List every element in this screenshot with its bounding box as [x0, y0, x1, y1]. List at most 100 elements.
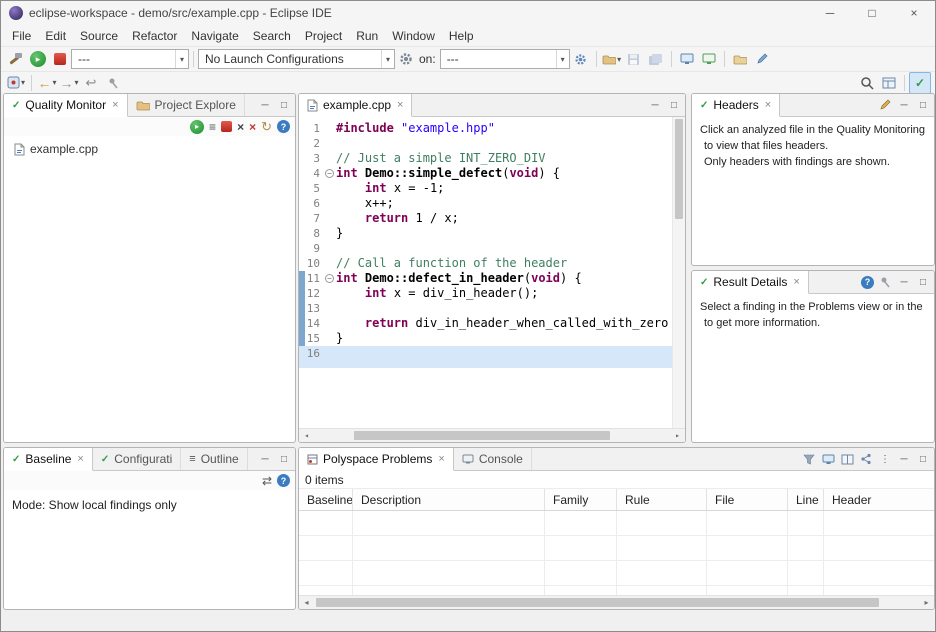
clear-button[interactable]: ×: [237, 120, 244, 134]
help-button[interactable]: ?: [861, 276, 874, 289]
chevron-down-icon[interactable]: ▾: [52, 78, 56, 87]
column-header-file[interactable]: File: [707, 489, 788, 510]
target-combo[interactable]: --- ▾: [440, 49, 570, 69]
code-line[interactable]: 2: [299, 136, 672, 151]
polyspace-perspective-button[interactable]: ✓: [909, 72, 931, 94]
annotate-button[interactable]: [751, 48, 773, 70]
menu-file[interactable]: File: [5, 27, 38, 45]
menu-help[interactable]: Help: [442, 27, 481, 45]
close-icon[interactable]: ×: [765, 99, 771, 111]
line-number[interactable]: 9: [299, 241, 325, 256]
tab-baseline[interactable]: ✓ Baseline ×: [4, 448, 93, 471]
chevron-down-icon[interactable]: ▾: [21, 78, 25, 87]
open-console-button[interactable]: [820, 451, 836, 467]
maximize-view-button[interactable]: □: [915, 451, 931, 467]
layout-button[interactable]: [839, 451, 855, 467]
file-tree-item[interactable]: example.cpp: [4, 136, 295, 156]
line-number[interactable]: 5: [299, 181, 325, 196]
code-line[interactable]: 3// Just a simple INT_ZERO_DIV: [299, 151, 672, 166]
filter-button[interactable]: [801, 451, 817, 467]
close-icon[interactable]: ×: [397, 99, 403, 111]
maximize-view-button[interactable]: □: [276, 451, 292, 467]
remove-all-button[interactable]: ×: [249, 120, 256, 134]
search-button[interactable]: [856, 72, 878, 94]
close-icon[interactable]: ×: [438, 453, 444, 465]
minimize-view-button[interactable]: ─: [896, 451, 912, 467]
tab-headers[interactable]: ✓ Headers ×: [692, 94, 780, 117]
column-header-description[interactable]: Description: [353, 489, 545, 510]
code-line[interactable]: 9: [299, 241, 672, 256]
chevron-down-icon[interactable]: ▾: [175, 50, 188, 68]
close-icon[interactable]: ×: [112, 99, 118, 111]
editor-vertical-scrollbar[interactable]: [672, 117, 685, 428]
problems-horizontal-scrollbar[interactable]: ◂ ▸: [299, 595, 934, 609]
close-icon[interactable]: ×: [793, 276, 799, 288]
forward-button[interactable]: → ▾: [58, 72, 80, 94]
launch-settings-button[interactable]: [395, 48, 417, 70]
pin-view-button[interactable]: [877, 274, 893, 290]
scroll-left-icon[interactable]: ◂: [299, 596, 314, 609]
minimize-view-button[interactable]: ─: [896, 97, 912, 113]
console-launch-button[interactable]: [676, 48, 698, 70]
scrollbar-thumb[interactable]: [316, 598, 879, 607]
last-edit-button[interactable]: ↩: [80, 72, 102, 94]
scroll-left-icon[interactable]: ◂: [299, 429, 314, 442]
code-line[interactable]: 10// Call a function of the header: [299, 256, 672, 271]
pin-editor-button[interactable]: [102, 72, 124, 94]
save-button[interactable]: [623, 48, 645, 70]
menu-edit[interactable]: Edit: [38, 27, 73, 45]
editor-horizontal-scrollbar[interactable]: ◂ ▸: [299, 428, 685, 442]
tab-example-cpp[interactable]: example.cpp ×: [299, 94, 412, 117]
maximize-view-button[interactable]: □: [666, 97, 682, 113]
quality-annotation-button[interactable]: ▾: [5, 72, 27, 94]
code-line[interactable]: 8}: [299, 226, 672, 241]
fold-collapse-icon[interactable]: −: [325, 274, 334, 283]
close-icon[interactable]: ×: [77, 453, 83, 465]
column-header-rule[interactable]: Rule: [617, 489, 707, 510]
build-config-combo[interactable]: --- ▾: [71, 49, 189, 69]
target-settings-button[interactable]: [570, 48, 592, 70]
scroll-right-icon[interactable]: ▸: [919, 596, 934, 609]
save-all-button[interactable]: [645, 48, 667, 70]
launch-config-combo[interactable]: No Launch Configurations ▾: [198, 49, 395, 69]
menu-source[interactable]: Source: [73, 27, 125, 45]
tab-console[interactable]: Console: [454, 448, 532, 470]
code-editor[interactable]: 1#include "example.hpp"23// Just a simpl…: [299, 117, 685, 442]
menu-refactor[interactable]: Refactor: [125, 27, 184, 45]
code-line[interactable]: 4−int Demo::simple_defect(void) {: [299, 166, 672, 181]
line-number[interactable]: 2: [299, 136, 325, 151]
open-project-button[interactable]: [729, 48, 751, 70]
code-line[interactable]: 12 int x = div_in_header();: [299, 286, 672, 301]
tab-configuration[interactable]: ✓ Configurati: [93, 448, 181, 470]
chevron-down-icon[interactable]: ▾: [381, 50, 394, 68]
tab-project-explorer[interactable]: Project Explore: [128, 94, 245, 116]
minimize-view-button[interactable]: ─: [647, 97, 663, 113]
fold-collapse-icon[interactable]: −: [325, 169, 334, 178]
column-header-family[interactable]: Family: [545, 489, 617, 510]
line-number[interactable]: 8: [299, 226, 325, 241]
tab-result-details[interactable]: ✓ Result Details ×: [692, 271, 809, 294]
run-analysis-button[interactable]: ▸: [27, 48, 49, 70]
help-button[interactable]: ?: [277, 474, 290, 487]
new-wizard-button[interactable]: ▾: [601, 48, 623, 70]
maximize-view-button[interactable]: □: [915, 97, 931, 113]
tab-polyspace-problems[interactable]: Polyspace Problems ×: [299, 448, 454, 471]
stop-analysis-button[interactable]: [49, 48, 71, 70]
line-number[interactable]: 3: [299, 151, 325, 166]
chevron-down-icon[interactable]: ▾: [617, 55, 621, 64]
column-header-header[interactable]: Header: [824, 489, 935, 510]
maximize-button[interactable]: □: [851, 1, 893, 25]
minimize-view-button[interactable]: ─: [896, 274, 912, 290]
run-monitor-button[interactable]: ▸: [190, 120, 204, 134]
refresh-button[interactable]: ↻: [261, 119, 272, 135]
code-line[interactable]: 14 return div_in_header_when_called_with…: [299, 316, 672, 331]
share-button[interactable]: [858, 451, 874, 467]
stop-monitor-button[interactable]: [221, 121, 232, 132]
scroll-right-icon[interactable]: ▸: [670, 429, 685, 442]
chevron-down-icon[interactable]: ▾: [74, 78, 78, 87]
menu-run[interactable]: Run: [349, 27, 385, 45]
line-number[interactable]: 4: [299, 166, 325, 181]
chevron-down-icon[interactable]: ▾: [556, 50, 569, 68]
line-number[interactable]: 10: [299, 256, 325, 271]
code-line[interactable]: 5 int x = -1;: [299, 181, 672, 196]
